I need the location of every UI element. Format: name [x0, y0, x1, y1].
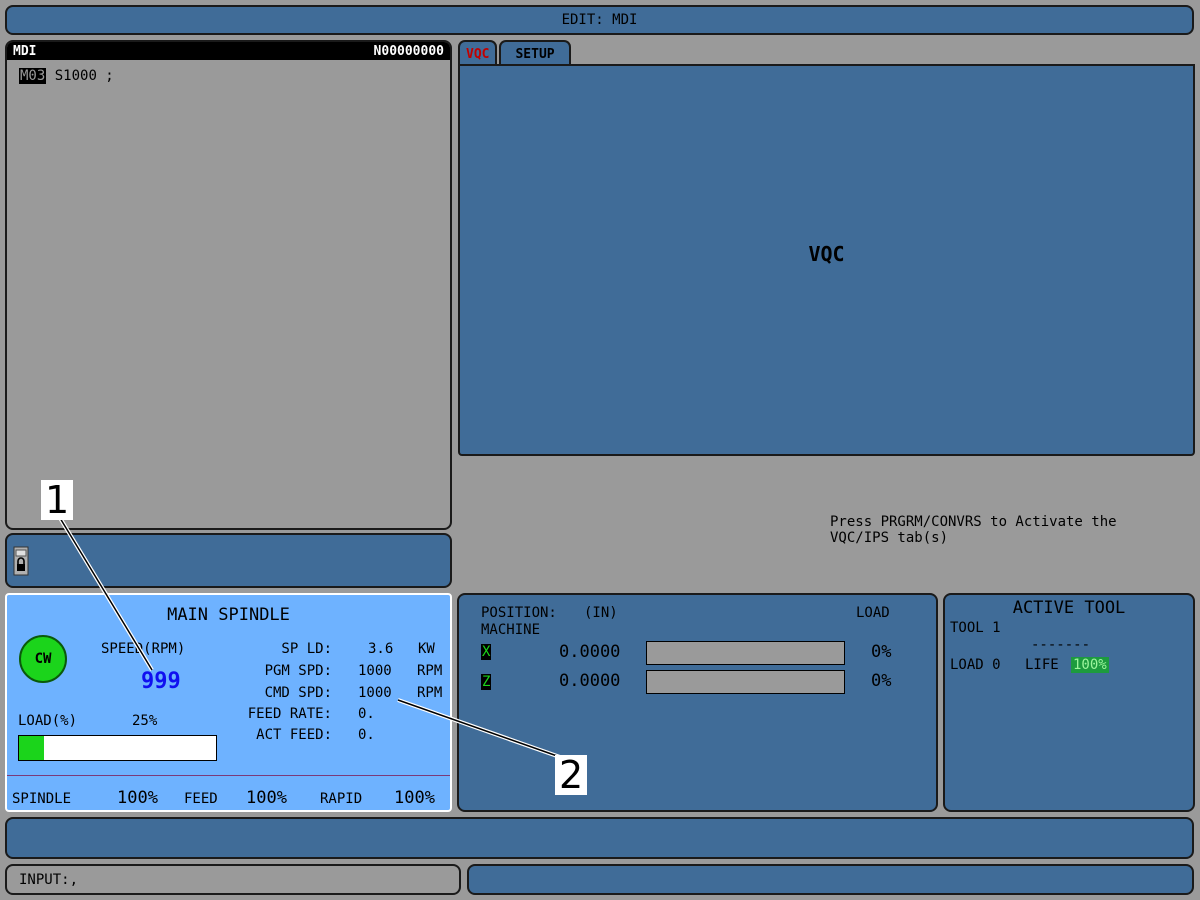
mdi-program-line[interactable]: M03 S1000 ; — [19, 68, 114, 84]
memory-lock-panel — [5, 533, 452, 588]
axis-label-z: Z — [481, 674, 492, 690]
mode-title-bar: EDIT: MDI — [5, 5, 1194, 35]
stat-label: SP LD: — [281, 641, 332, 657]
stat-label: CMD SPD: — [264, 685, 332, 701]
rapid-override-label: RAPID — [320, 791, 363, 807]
program-number: N00000000 — [373, 43, 444, 59]
rapid-override-value: 100% — [394, 788, 435, 808]
status-bar — [467, 864, 1194, 895]
axis-load-bar-z — [646, 670, 845, 694]
position-panel: POSITION: (IN) MACHINE LOAD X 0.0000 0% … — [457, 593, 938, 812]
callout-1: 1 — [41, 480, 74, 520]
mdi-program-panel[interactable]: MDI N00000000 M03 S1000 ; — [5, 40, 452, 530]
stat-value: 0. — [358, 727, 375, 743]
spindle-load-bar — [18, 735, 217, 761]
message-bar — [5, 817, 1194, 859]
spindle-title: MAIN SPINDLE — [167, 605, 290, 625]
mdi-title: MDI — [13, 43, 37, 59]
load-label: LOAD(%) — [18, 713, 78, 729]
axis-value-x: 0.0000 — [559, 642, 621, 662]
stat-value: 3.6 — [368, 641, 394, 657]
axis-load-x: 0% — [871, 642, 892, 662]
position-units: (IN) — [584, 605, 618, 621]
mdi-header: MDI N00000000 — [7, 42, 450, 60]
spindle-direction-indicator: CW — [19, 635, 67, 683]
tab-vqc[interactable]: VQC — [458, 40, 498, 66]
axis-label-x: X — [481, 644, 492, 660]
mdi-line-text: S1000 ; — [46, 68, 114, 84]
stat-unit: RPM — [417, 663, 443, 679]
stat-unit: RPM — [417, 685, 443, 701]
speed-value: 999 — [141, 669, 181, 694]
mdi-cursor-word[interactable]: M03 — [19, 68, 47, 84]
feed-override-value: 100% — [246, 788, 287, 808]
feed-override-label: FEED — [184, 791, 218, 807]
axis-load-z: 0% — [871, 671, 892, 691]
mode-title: EDIT: MDI — [561, 12, 638, 28]
input-value[interactable]: , — [70, 872, 78, 888]
spindle-load-fill — [19, 736, 44, 760]
tool-description: ------- — [1031, 637, 1091, 653]
vqc-panel: VQC — [458, 64, 1195, 456]
callout-2: 2 — [555, 755, 588, 795]
vqc-tab-strip: VQC SETUP — [458, 40, 573, 66]
main-spindle-panel: MAIN SPINDLE CW SPEED(RPM) 999 LOAD(%) 2… — [5, 593, 452, 812]
tab-setup[interactable]: SETUP — [499, 40, 571, 66]
position-title: POSITION: — [481, 605, 557, 621]
axis-load-bar-x — [646, 641, 845, 665]
vqc-center-label: VQC — [808, 242, 845, 266]
speed-label: SPEED(RPM) — [101, 641, 186, 657]
load-value: 25% — [132, 713, 158, 729]
stat-value: 0. — [358, 706, 375, 722]
lock-icon — [13, 546, 29, 576]
stat-value: 1000 — [358, 663, 392, 679]
stat-label: PGM SPD: — [264, 663, 332, 679]
spindle-override-value: 100% — [117, 788, 158, 808]
spindle-divider — [7, 775, 450, 776]
position-mode: MACHINE — [481, 622, 541, 638]
tool-life-label: LIFE — [1025, 657, 1059, 673]
spindle-override-label: SPINDLE — [12, 791, 72, 807]
stat-unit: KW — [418, 641, 435, 657]
input-label: INPUT: — [19, 871, 70, 888]
input-bar[interactable]: INPUT: , — [5, 864, 461, 895]
load-header: LOAD — [856, 605, 890, 621]
active-tool-title: ACTIVE TOOL — [1012, 598, 1126, 618]
activation-message: Press PRGRM/CONVRS to Activate the VQC/I… — [830, 514, 1117, 546]
tool-load: LOAD 0 — [950, 657, 1001, 673]
axis-value-z: 0.0000 — [559, 671, 621, 691]
active-tool-panel: ACTIVE TOOL TOOL 1 ------- LOAD 0 LIFE 1… — [943, 593, 1195, 812]
stat-label: ACT FEED: — [256, 727, 332, 743]
stat-label: FEED RATE: — [247, 706, 332, 722]
tool-number: TOOL 1 — [950, 620, 1001, 636]
tool-life-value: 100% — [1071, 657, 1109, 673]
stat-value: 1000 — [358, 685, 392, 701]
